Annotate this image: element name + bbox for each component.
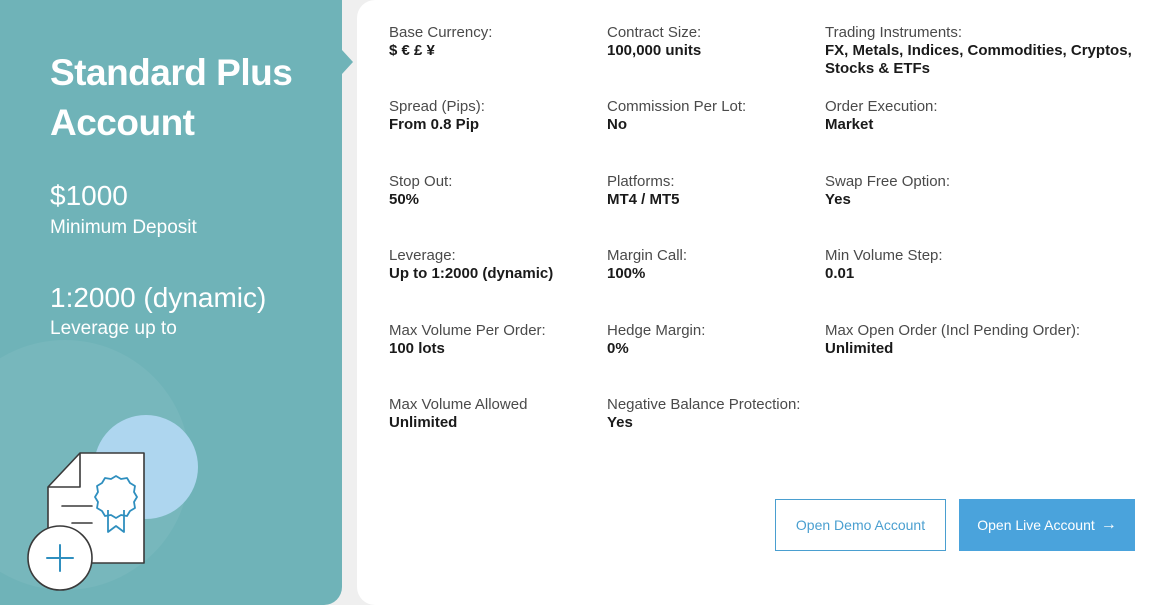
spec-trading-instruments: Trading Instruments: FX, Metals, Indices… (825, 24, 1145, 78)
demo-button-label: Open Demo Account (795, 517, 926, 533)
min-deposit-value: $1000 (50, 180, 128, 211)
decorative-circle (0, 340, 190, 590)
spec-label: Max Open Order (Incl Pending Order): (825, 322, 1081, 339)
spec-value: FX, Metals, Indices, Commodities, Crypto… (825, 42, 1132, 77)
arrow-right-icon: → (1100, 516, 1117, 533)
open-live-account-button[interactable]: Open Live Account → (959, 499, 1135, 551)
spec-negative-balance-protection: Negative Balance Protection: Yes (607, 396, 927, 432)
spec-value: Yes (825, 191, 851, 208)
card-pointer (342, 50, 353, 74)
leverage-value: 1:2000 (dynamic) (50, 282, 267, 313)
spec-value: 0.01 (825, 265, 855, 282)
live-button-label: Open Live Account (977, 517, 1095, 533)
account-page: Standard Plus Account $1000 Minimum Depo… (0, 0, 1171, 605)
spec-min-volume-step: Min Volume Step: 0.01 (825, 247, 1145, 283)
spec-label: Min Volume Step: (825, 247, 943, 264)
spec-max-open-order: Max Open Order (Incl Pending Order): Unl… (825, 322, 1145, 358)
account-specs-card: Base Currency: $ € £ ¥ Contract Size: 10… (357, 0, 1171, 605)
spec-label: Trading Instruments: (825, 24, 962, 41)
leverage-label: Leverage up to (50, 318, 177, 339)
account-title: Standard Plus Account (50, 52, 293, 143)
spec-value: Unlimited (825, 340, 894, 357)
account-summary-card: Standard Plus Account $1000 Minimum Depo… (0, 0, 342, 605)
spec-value: Yes (607, 414, 633, 431)
spec-order-execution: Order Execution: Market (825, 98, 1145, 134)
spec-label: Negative Balance Protection: (607, 396, 801, 413)
spec-label: Order Execution: (825, 98, 938, 115)
spec-swap-free: Swap Free Option: Yes (825, 173, 1145, 209)
min-deposit-label: Minimum Deposit (50, 217, 197, 238)
open-demo-account-button[interactable]: Open Demo Account (775, 499, 946, 551)
spec-label: Swap Free Option: (825, 173, 951, 190)
spec-value: Market (825, 116, 874, 133)
